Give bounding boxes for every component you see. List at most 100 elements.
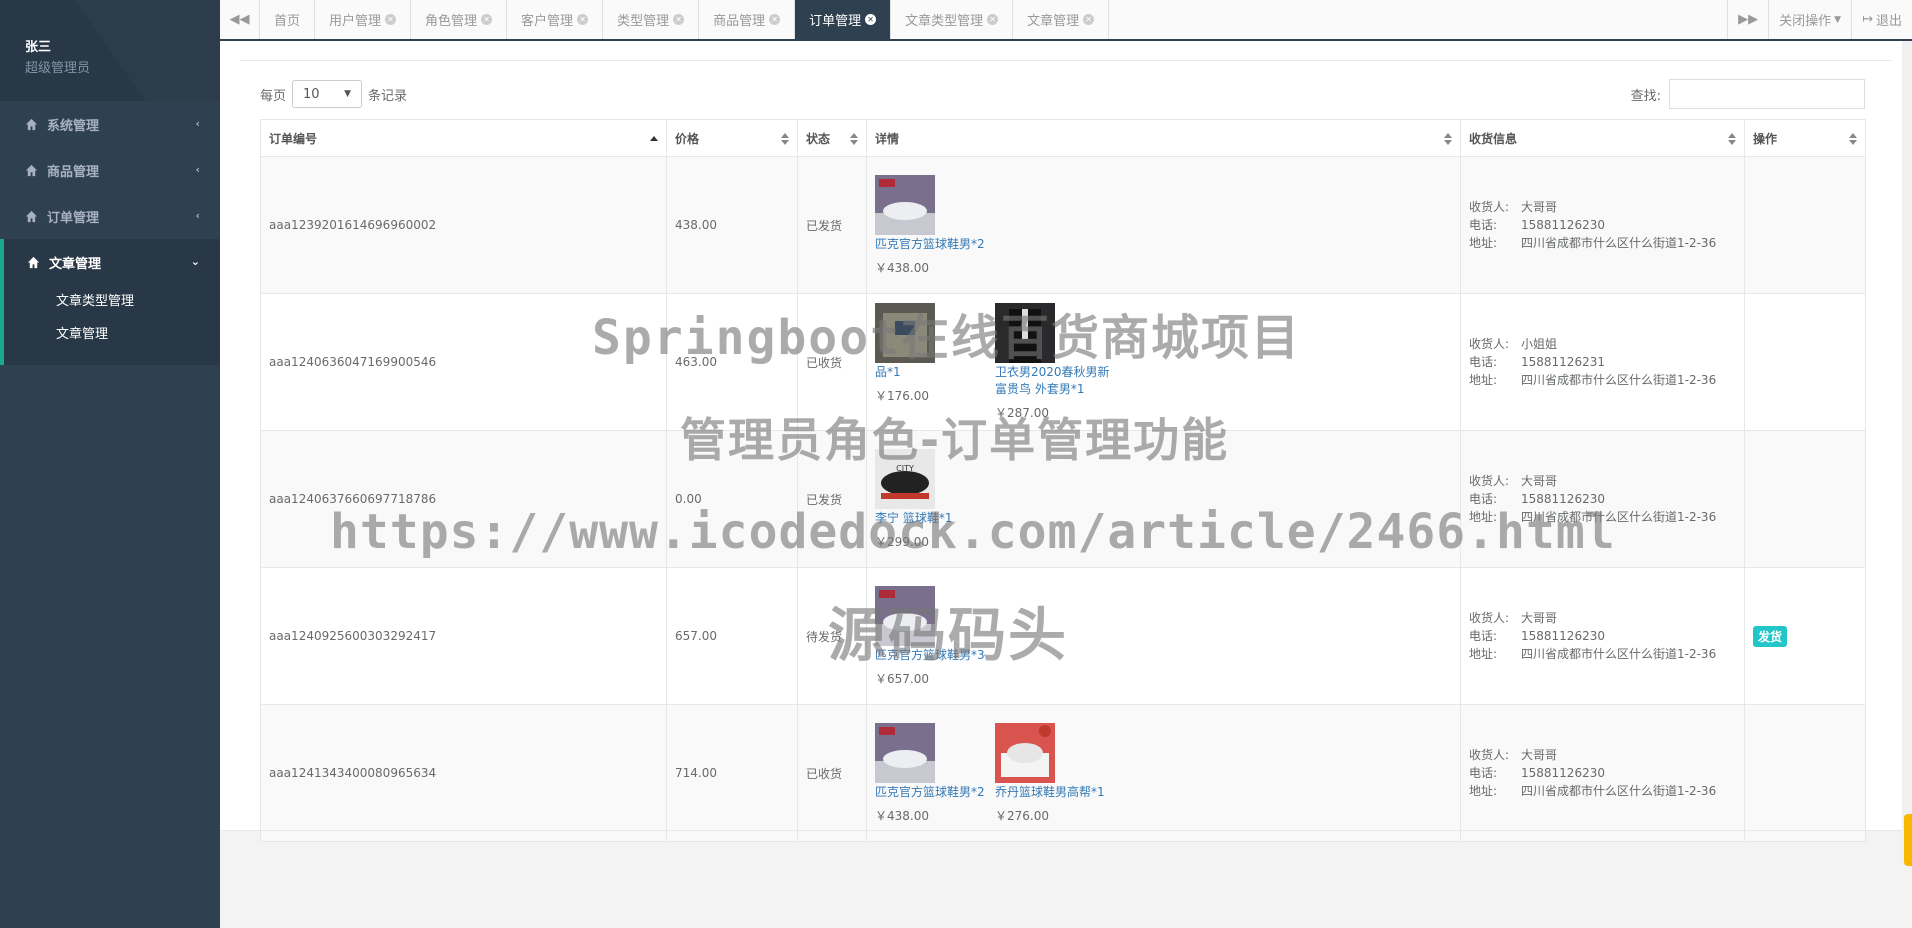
close-icon[interactable]: ✕ xyxy=(673,14,685,25)
page-scrollbar[interactable] xyxy=(1902,41,1912,866)
product-thumbnail[interactable] xyxy=(875,174,935,235)
sidebar-item-orders[interactable]: 订单管理 ‹ xyxy=(0,193,220,239)
details-cell: 匹克官方篮球鞋男*2 ￥438.00 乔丹篮球鞋男高帮*1 ￥276.00 xyxy=(866,704,1461,842)
close-icon[interactable]: ✕ xyxy=(481,14,493,25)
actions-cell xyxy=(1744,704,1866,842)
tabs-scroll-right-button[interactable]: ▶▶ xyxy=(1727,0,1768,39)
page-length-select[interactable]: 10 ▼ xyxy=(292,80,363,108)
sidebar-item-label: 商品管理 xyxy=(47,164,100,180)
product-name-link[interactable]: 匹克官方篮球鞋男*2 xyxy=(875,236,995,253)
orders-panel: 每页 10 ▼ 条记录 查找: 订单编号 价格 状态 详情 收货信息 操作 aa… xyxy=(220,41,1912,842)
receiver-value: 大哥哥 xyxy=(1521,200,1558,214)
product-name-link[interactable]: 匹克官方篮球鞋男*2 xyxy=(875,784,995,801)
close-icon[interactable]: ✕ xyxy=(1083,14,1095,25)
column-header-price[interactable]: 价格 xyxy=(666,119,798,157)
phone-value: 15881126231 xyxy=(1521,355,1605,369)
page-length-control: 每页 10 ▼ 条记录 xyxy=(260,80,407,108)
tab-article-types[interactable]: 文章类型管理 ✕ xyxy=(891,0,1014,39)
forward-icon: ▶▶ xyxy=(1738,12,1759,27)
sidebar-subitem-article-types[interactable]: 文章类型管理 xyxy=(4,285,220,318)
product-item: 匹克官方篮球鞋男*2 ￥438.00 xyxy=(875,174,995,276)
search-input[interactable] xyxy=(1669,79,1865,109)
tab-label: 文章管理 xyxy=(1027,14,1080,29)
divider xyxy=(240,60,1892,61)
sidebar-group-articles: 文章管理 ⌄ 文章类型管理 文章管理 xyxy=(0,239,220,365)
tab-label: 商品管理 xyxy=(713,14,766,29)
table-row: aaa1241343400080965634 714.00 已收货 匹克官方篮球… xyxy=(260,704,1866,842)
shipping-cell: 收货人: 大哥哥 电话: 15881126230 地址: 四川省成都市什么区什么街道1… xyxy=(1460,704,1745,842)
address-value: 四川省成都市什么区什么街道1-2-36 xyxy=(1521,373,1717,387)
tab-label: 订单管理 xyxy=(809,14,862,29)
logout-button[interactable]: ↦ 退出 xyxy=(1851,0,1912,39)
sidebar-item-label: 订单管理 xyxy=(47,210,100,226)
tab-users[interactable]: 用户管理 ✕ xyxy=(315,0,412,39)
tab-home[interactable]: 首页 xyxy=(260,0,316,39)
product-name-link[interactable]: 乔丹篮球鞋男高帮*1 xyxy=(995,784,1115,801)
close-icon[interactable]: ✕ xyxy=(385,14,397,25)
tab-roles[interactable]: 角色管理 ✕ xyxy=(411,0,508,39)
tabs-scroll-left-button[interactable]: ◀◀ xyxy=(220,0,260,39)
receiver-label: 收货人: xyxy=(1469,200,1510,214)
table-row: aaa1240925600303292417 657.00 待发货 匹克官方篮球… xyxy=(260,567,1866,705)
page-length-suffix: 条记录 xyxy=(368,88,408,104)
chevron-left-icon: ‹ xyxy=(195,209,200,222)
sidebar-item-products[interactable]: 商品管理 ‹ xyxy=(0,147,220,193)
ship-button[interactable]: 发货 xyxy=(1753,625,1788,647)
product-thumbnail[interactable] xyxy=(875,303,935,363)
user-name: 张三 xyxy=(25,40,52,55)
close-icon[interactable]: ✕ xyxy=(865,14,877,25)
column-header-details[interactable]: 详情 xyxy=(866,119,1461,157)
shipping-cell: 收货人: 大哥哥 电话: 15881126230 地址: 四川省成都市什么区什么街道1… xyxy=(1460,430,1745,568)
receiver-value: 大哥哥 xyxy=(1521,748,1558,762)
column-header-actions[interactable]: 操作 xyxy=(1744,119,1866,157)
product-name-link[interactable]: 李宁 篮球鞋*1 xyxy=(875,510,995,527)
order-id-cell: aaa1240925600303292417 xyxy=(260,567,667,705)
shipping-cell: 收货人: 大哥哥 电话: 15881126230 地址: 四川省成都市什么区什么街道1… xyxy=(1460,567,1745,705)
sidebar-item-system[interactable]: 系统管理 ‹ xyxy=(0,101,220,147)
table-toolbar: 每页 10 ▼ 条记录 查找: xyxy=(260,79,1865,109)
product-name-link[interactable]: 卫衣男2020春秋男新富贵鸟 外套男*1 xyxy=(995,364,1115,398)
product-list: 品*1 ￥176.00 卫衣男2020春秋男新富贵鸟 外套男*1 ￥287.00 xyxy=(875,303,1452,421)
tab-customers[interactable]: 客户管理 ✕ xyxy=(507,0,604,39)
sidebar-subitem-articles[interactable]: 文章管理 xyxy=(4,318,220,351)
phone-label: 电话: xyxy=(1469,218,1498,232)
close-icon[interactable]: ✕ xyxy=(769,14,781,25)
receiver-value: 大哥哥 xyxy=(1521,474,1558,488)
phone-label: 电话: xyxy=(1469,629,1498,643)
column-header-order-id[interactable]: 订单编号 xyxy=(260,119,667,157)
product-thumbnail[interactable] xyxy=(995,303,1055,363)
tab-orders[interactable]: 订单管理 ✕ xyxy=(795,0,892,39)
phone-value: 15881126230 xyxy=(1521,766,1605,780)
chevron-down-icon: ⌄ xyxy=(190,255,200,268)
product-name-link[interactable]: 匹克官方篮球鞋男*3 xyxy=(875,647,995,664)
product-thumbnail[interactable]: CITY xyxy=(875,448,935,509)
phone-value: 15881126230 xyxy=(1521,218,1605,232)
product-thumbnail[interactable] xyxy=(875,585,935,646)
column-header-shipping[interactable]: 收货信息 xyxy=(1460,119,1745,157)
tab-products[interactable]: 商品管理 ✕ xyxy=(699,0,796,39)
tab-articles[interactable]: 文章管理 ✕ xyxy=(1013,0,1110,39)
tab-types[interactable]: 类型管理 ✕ xyxy=(603,0,700,39)
phone-label: 电话: xyxy=(1469,766,1498,780)
close-operations-dropdown[interactable]: 关闭操作 ▼ xyxy=(1768,0,1851,39)
actions-cell xyxy=(1744,430,1866,568)
column-header-status[interactable]: 状态 xyxy=(797,119,867,157)
price-cell: 438.00 xyxy=(666,156,798,294)
product-thumbnail[interactable] xyxy=(995,722,1055,783)
scrollbar-thumb[interactable] xyxy=(1904,814,1912,866)
sidebar-item-articles[interactable]: 文章管理 ⌄ xyxy=(4,239,220,285)
address-label: 地址: xyxy=(1469,236,1498,250)
close-icon[interactable]: ✕ xyxy=(987,14,999,25)
table-row: aaa1240637660697718786 0.00 已发货 CITY 李宁 … xyxy=(260,430,1866,568)
product-thumbnail[interactable] xyxy=(875,722,935,783)
product-name-link[interactable]: 品*1 xyxy=(875,364,995,381)
tab-label: 文章类型管理 xyxy=(905,14,984,29)
product-list: CITY 李宁 篮球鞋*1 ￥299.00 xyxy=(875,448,1452,550)
sort-icon xyxy=(1444,133,1452,145)
close-icon[interactable]: ✕ xyxy=(577,14,589,25)
product-price: ￥438.00 xyxy=(875,260,929,275)
sort-icon xyxy=(850,133,858,145)
home-icon xyxy=(27,256,40,268)
table-header-row: 订单编号 价格 状态 详情 收货信息 操作 xyxy=(260,119,1866,157)
sidebar-group-products: 商品管理 ‹ xyxy=(0,147,220,193)
